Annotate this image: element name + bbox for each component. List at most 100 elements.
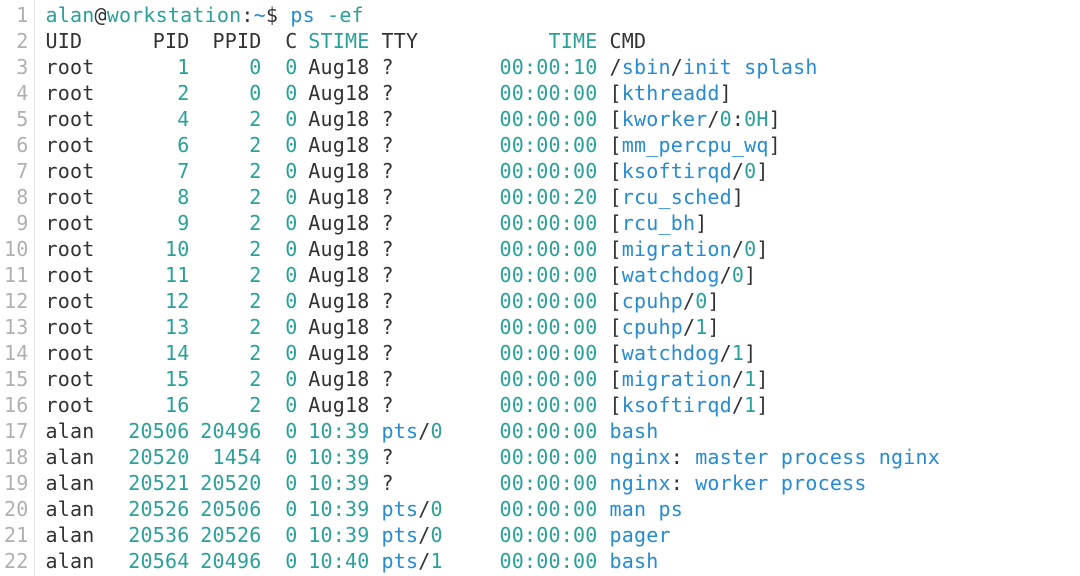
cell-pid: 16: [117, 392, 189, 418]
cell-c: 0: [261, 340, 297, 366]
line-number: 2: [4, 28, 28, 54]
prompt-line: alan@workstation:~$ ps -ef: [45, 2, 1080, 28]
ps-row: alan2052620506010:39pts/000:00:00man ps: [45, 496, 1080, 522]
cell-stime: Aug18: [297, 132, 369, 158]
ps-row: root1620Aug18?00:00:00[ksoftirqd/1]: [45, 392, 1080, 418]
line-number: 22: [4, 548, 28, 574]
cell-tty: ?: [369, 392, 489, 418]
cell-cmd: [ksoftirqd/0]: [597, 158, 768, 184]
cell-stime: Aug18: [297, 288, 369, 314]
line-number: 18: [4, 444, 28, 470]
cell-time: 00:00:10: [489, 54, 597, 80]
cell-stime: 10:39: [297, 444, 369, 470]
ps-row: alan2050620496010:39pts/000:00:00bash: [45, 418, 1080, 444]
ps-header: UIDPIDPPIDCSTIMETTYTIMECMD: [45, 28, 1080, 54]
cell-tty: pts/1: [369, 548, 489, 574]
cell-ppid: 20506: [189, 496, 261, 522]
cell-stime: Aug18: [297, 158, 369, 184]
cell-cmd: [watchdog/1]: [597, 340, 756, 366]
cell-pid: 15: [117, 366, 189, 392]
cell-time: 00:00:00: [489, 210, 597, 236]
line-number: 13: [4, 314, 28, 340]
cell-cmd: [kthreadd]: [597, 80, 731, 106]
cell-time: 00:00:00: [489, 470, 597, 496]
cell-time: 00:00:00: [489, 158, 597, 184]
cell-time: 00:00:00: [489, 392, 597, 418]
ps-row: root920Aug18?00:00:00[rcu_bh]: [45, 210, 1080, 236]
line-number: 8: [4, 184, 28, 210]
cell-pid: 6: [117, 132, 189, 158]
cell-pid: 8: [117, 184, 189, 210]
cell-tty: ?: [369, 158, 489, 184]
cell-stime: Aug18: [297, 54, 369, 80]
cell-pid: 1: [117, 54, 189, 80]
cell-time: 00:00:00: [489, 106, 597, 132]
cell-c: 0: [261, 106, 297, 132]
cell-tty: pts/0: [369, 418, 489, 444]
cell-time: 00:00:00: [489, 496, 597, 522]
hdr-cmd: CMD: [597, 28, 646, 54]
cell-ppid: 1454: [189, 444, 261, 470]
cell-uid: root: [45, 288, 117, 314]
cell-ppid: 0: [189, 54, 261, 80]
cell-c: 0: [261, 392, 297, 418]
cell-uid: root: [45, 236, 117, 262]
cell-uid: root: [45, 132, 117, 158]
terminal-output[interactable]: alan@workstation:~$ ps -efUIDPIDPPIDCSTI…: [35, 0, 1080, 576]
cell-cmd: nginx: master process nginx: [597, 444, 940, 470]
cell-tty: ?: [369, 54, 489, 80]
cell-cmd: [ksoftirqd/1]: [597, 392, 768, 418]
cell-tty: ?: [369, 340, 489, 366]
cell-cmd: [watchdog/0]: [597, 262, 756, 288]
ps-row: root1420Aug18?00:00:00[watchdog/1]: [45, 340, 1080, 366]
cell-ppid: 2: [189, 210, 261, 236]
cell-uid: root: [45, 366, 117, 392]
ps-row: root620Aug18?00:00:00[mm_percpu_wq]: [45, 132, 1080, 158]
cell-pid: 14: [117, 340, 189, 366]
cell-cmd: bash: [597, 548, 658, 574]
cell-pid: 20520: [117, 444, 189, 470]
cell-tty: ?: [369, 184, 489, 210]
cell-ppid: 2: [189, 340, 261, 366]
cell-stime: 10:39: [297, 522, 369, 548]
cell-uid: root: [45, 314, 117, 340]
hdr-stime: STIME: [297, 28, 369, 54]
hdr-uid: UID: [45, 28, 117, 54]
ps-row: alan2053620526010:39pts/000:00:00pager: [45, 522, 1080, 548]
ps-row: alan205201454010:39?00:00:00nginx: maste…: [45, 444, 1080, 470]
ps-row: root1020Aug18?00:00:00[migration/0]: [45, 236, 1080, 262]
cell-tty: ?: [369, 132, 489, 158]
prompt-dollar: $: [266, 3, 290, 27]
cell-c: 0: [261, 366, 297, 392]
cell-c: 0: [261, 418, 297, 444]
ps-row: root720Aug18?00:00:00[ksoftirqd/0]: [45, 158, 1080, 184]
cell-stime: Aug18: [297, 236, 369, 262]
cell-pid: 10: [117, 236, 189, 262]
cell-c: 0: [261, 314, 297, 340]
cell-time: 00:00:00: [489, 444, 597, 470]
cell-ppid: 2: [189, 314, 261, 340]
cell-tty: ?: [369, 262, 489, 288]
line-number: 15: [4, 366, 28, 392]
cell-uid: root: [45, 340, 117, 366]
cell-cmd: [cpuhp/1]: [597, 314, 719, 340]
cell-uid: alan: [45, 470, 117, 496]
ps-row: root1120Aug18?00:00:00[watchdog/0]: [45, 262, 1080, 288]
ps-row: root420Aug18?00:00:00[kworker/0:0H]: [45, 106, 1080, 132]
cell-ppid: 2: [189, 392, 261, 418]
cell-tty: pts/0: [369, 496, 489, 522]
cell-pid: 12: [117, 288, 189, 314]
cell-c: 0: [261, 80, 297, 106]
cell-ppid: 20526: [189, 522, 261, 548]
cell-ppid: 2: [189, 184, 261, 210]
line-number: 11: [4, 262, 28, 288]
cell-pid: 20536: [117, 522, 189, 548]
line-number: 14: [4, 340, 28, 366]
cell-c: 0: [261, 54, 297, 80]
cell-uid: alan: [45, 496, 117, 522]
line-number: 17: [4, 418, 28, 444]
line-number: 21: [4, 522, 28, 548]
cell-c: 0: [261, 184, 297, 210]
prompt-host: workstation: [107, 3, 242, 27]
hdr-ppid: PPID: [189, 28, 261, 54]
